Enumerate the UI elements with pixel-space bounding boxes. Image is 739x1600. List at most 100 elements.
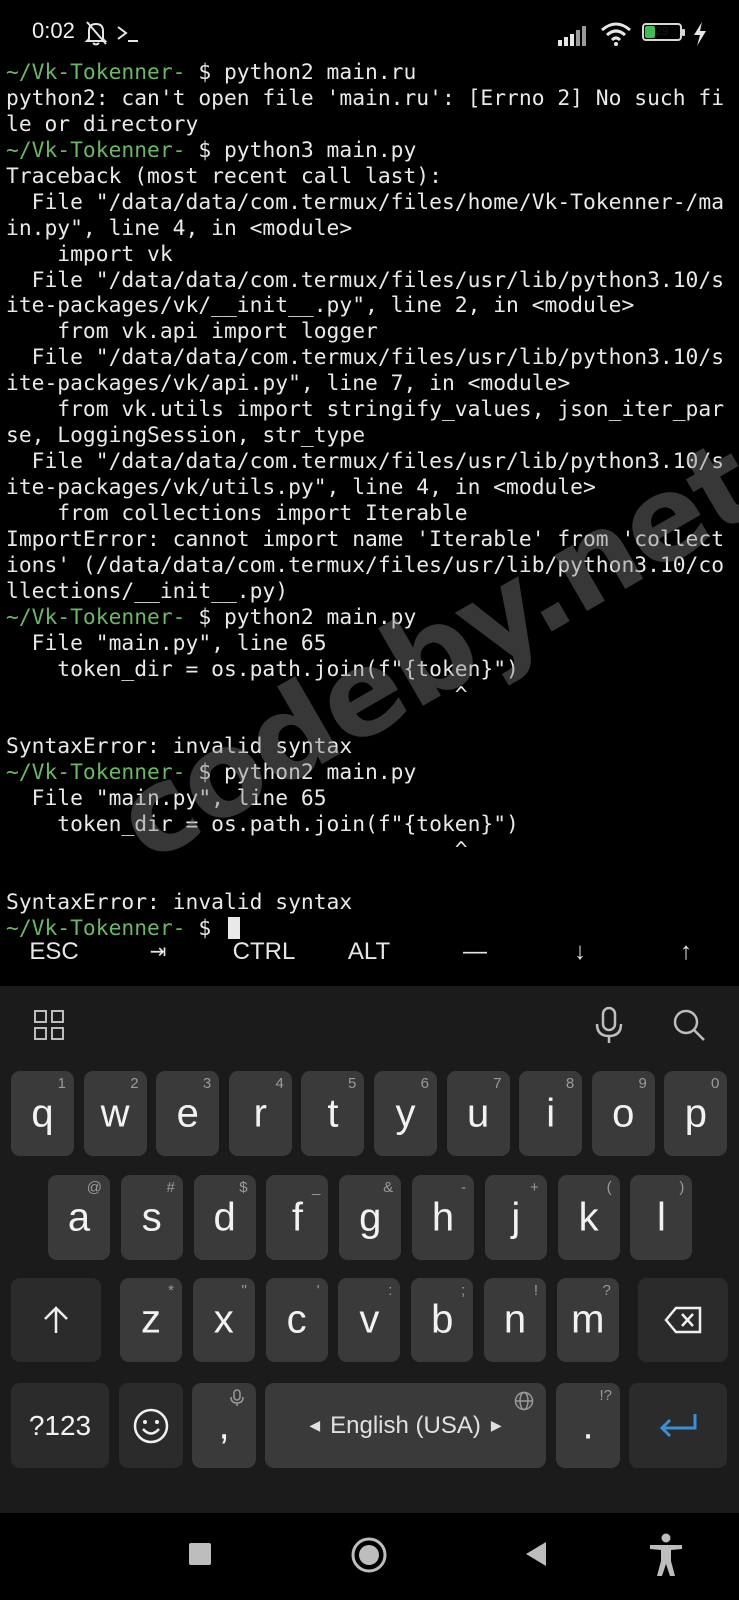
- enter-key[interactable]: [629, 1383, 727, 1468]
- key-p[interactable]: p0: [664, 1071, 728, 1156]
- terminal-text: ite-packages/vk/api.py", line 7, in <mod…: [6, 371, 571, 397]
- key-label: j: [511, 1195, 521, 1239]
- key-hint: 2: [130, 1075, 139, 1092]
- key-hint: 4: [275, 1075, 284, 1092]
- enter-arrow-icon: [659, 1414, 697, 1438]
- microphone-icon[interactable]: [594, 1006, 624, 1044]
- recent-apps-square-icon[interactable]: [188, 1542, 212, 1566]
- key-h[interactable]: h-: [412, 1175, 474, 1260]
- shift-key[interactable]: [11, 1278, 101, 1362]
- key-hint: @: [86, 1179, 102, 1196]
- key-q[interactable]: q1: [11, 1071, 74, 1156]
- period-key[interactable]: . !?: [556, 1383, 620, 1468]
- key-c[interactable]: c ': [265, 1278, 328, 1362]
- key-label: g: [359, 1195, 382, 1239]
- terminal-line: ~/Vk-Tokenner- $ python2 main.py: [6, 760, 739, 786]
- terminal-text: SyntaxError: invalid syntax: [6, 734, 353, 760]
- terminal-line: le or directory: [6, 112, 739, 138]
- mute-bell-icon: [84, 21, 108, 46]
- key-label: q: [31, 1091, 54, 1135]
- terminal-line: token_dir = os.path.join(f"{token}"): [6, 812, 739, 838]
- key-t[interactable]: t5: [301, 1071, 365, 1156]
- key-hint: 7: [493, 1075, 502, 1092]
- key-hint: -: [461, 1179, 466, 1196]
- key-l[interactable]: l): [630, 1175, 693, 1260]
- key-v[interactable]: v:: [338, 1278, 401, 1362]
- ctrl-key[interactable]: CTRL: [212, 912, 316, 992]
- terminal-text: File "main.py", line 65: [6, 630, 327, 656]
- status-time: 0:02: [32, 18, 75, 43]
- terminal-line: File "main.py", line 65: [6, 786, 739, 812]
- key-y[interactable]: y6: [374, 1071, 437, 1156]
- terminal-output[interactable]: ~/Vk-Tokenner- $ python2 main.ru python2:…: [6, 60, 739, 942]
- key-o[interactable]: o9: [591, 1071, 655, 1156]
- key-k[interactable]: k(: [557, 1175, 620, 1260]
- navigation-bar: [0, 1513, 739, 1600]
- accessibility-icon[interactable]: [648, 1533, 684, 1577]
- terminal-text: ^: [6, 682, 468, 708]
- prompt-path: ~/Vk-Tokenner-: [6, 137, 186, 163]
- key-hint: _: [312, 1179, 321, 1196]
- up-arrow-key[interactable]: ↑: [634, 912, 738, 992]
- terminal-text: $ python2 main.ru: [185, 60, 417, 85]
- down-arrow-key[interactable]: ↓: [528, 912, 632, 992]
- key-j[interactable]: j +: [484, 1175, 547, 1260]
- terminal-text: File "main.py", line 65: [6, 786, 327, 812]
- key-hint: 0: [711, 1075, 720, 1092]
- key-hint: 3: [202, 1075, 212, 1092]
- key-label: m: [571, 1297, 605, 1342]
- space-key[interactable]: ◀ English (USA) ▶: [265, 1383, 546, 1468]
- key-x[interactable]: x ": [192, 1278, 255, 1362]
- key-hint: 9: [638, 1075, 647, 1092]
- key-u[interactable]: u7: [446, 1071, 510, 1156]
- key-n[interactable]: n!: [484, 1278, 546, 1362]
- terminal-line: ions' (/data/data/com.termux/files/usr/l…: [6, 553, 739, 579]
- terminal-text: File "/data/data/com.termux/files/usr/li…: [6, 345, 725, 371]
- home-circle-icon[interactable]: [351, 1537, 387, 1573]
- key-a[interactable]: a @: [48, 1175, 110, 1260]
- esc-key[interactable]: ESC: [2, 912, 106, 992]
- keyboard-toolbar: [0, 986, 739, 1066]
- search-icon[interactable]: [672, 1008, 706, 1042]
- key-hint: ": [241, 1282, 247, 1299]
- soft-keyboard: ?123 , ◀ English (USA) ▶ . !? q 1 w 2 e …: [0, 986, 739, 1513]
- key-f[interactable]: f _: [266, 1175, 329, 1260]
- key-label: l: [656, 1195, 666, 1239]
- apps-grid-icon[interactable]: [34, 1010, 64, 1040]
- key-w[interactable]: w2: [83, 1071, 147, 1156]
- key-d[interactable]: d $: [193, 1175, 256, 1260]
- key-hint: *: [168, 1282, 174, 1299]
- symbols-key[interactable]: ?123: [11, 1383, 109, 1468]
- terminal-text: le or directory: [6, 111, 199, 137]
- back-triangle-icon[interactable]: [524, 1541, 548, 1567]
- backspace-key[interactable]: [638, 1278, 728, 1362]
- terminal-line: llections/__init__.py): [6, 579, 739, 605]
- prompt-path: ~/Vk-Tokenner-: [6, 60, 186, 85]
- terminal-line: token_dir = os.path.join(f"{token}"): [6, 657, 739, 683]
- key-label: t: [327, 1091, 339, 1135]
- terminal-line: File "/data/data/com.termux/files/home/V…: [6, 190, 739, 216]
- chevron-right-icon: ▶: [490, 1416, 502, 1433]
- alt-key[interactable]: ALT: [317, 912, 421, 992]
- terminal-line: File "main.py", line 65: [6, 631, 739, 657]
- key-e[interactable]: e3: [156, 1071, 220, 1156]
- globe-icon: [514, 1391, 534, 1411]
- key-i[interactable]: i8: [519, 1071, 583, 1156]
- terminal-line: ite-packages/vk/api.py", line 7, in <mod…: [6, 371, 739, 397]
- key-z[interactable]: z *: [120, 1278, 182, 1362]
- comma-key[interactable]: ,: [192, 1383, 256, 1468]
- dash-key[interactable]: —: [423, 912, 527, 992]
- key-g[interactable]: g &: [339, 1175, 402, 1260]
- key-hint: ): [679, 1179, 685, 1196]
- terminal-line: SyntaxError: invalid syntax: [6, 734, 739, 760]
- tab-key[interactable]: ⇥: [106, 912, 210, 992]
- emoji-key[interactable]: [119, 1383, 183, 1468]
- key-m[interactable]: m?: [556, 1278, 619, 1362]
- key-hint: !: [533, 1282, 538, 1299]
- key-label: w: [100, 1091, 130, 1135]
- terminal-line: import vk: [6, 242, 739, 268]
- key-s[interactable]: s #: [120, 1175, 183, 1260]
- key-b[interactable]: b;: [411, 1278, 474, 1362]
- key-r[interactable]: r4: [228, 1071, 292, 1156]
